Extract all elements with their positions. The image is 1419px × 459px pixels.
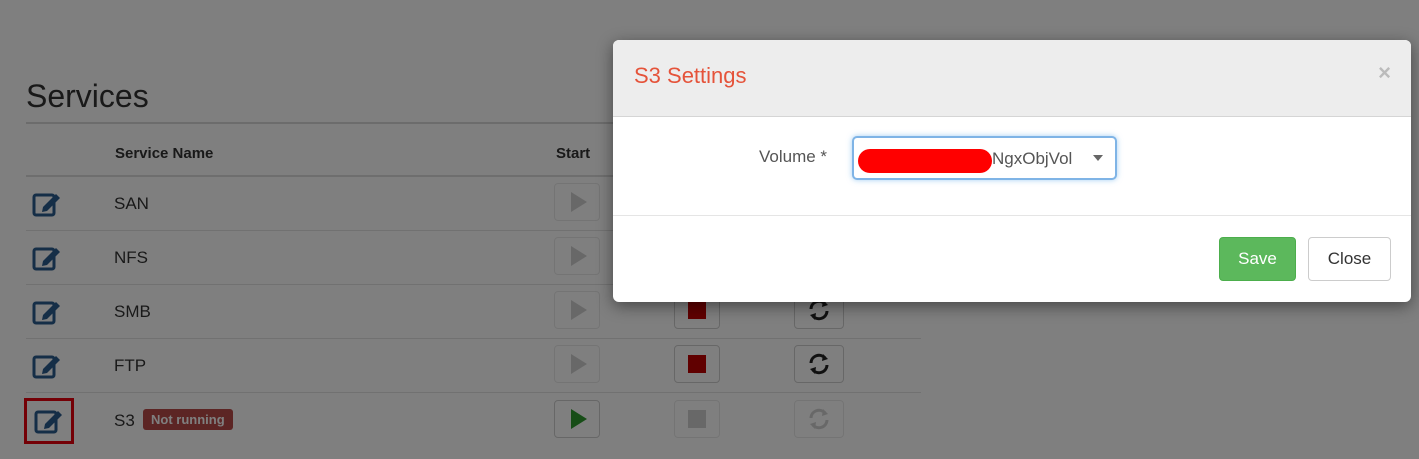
modal-footer-divider	[613, 215, 1411, 216]
modal-header: S3 Settings ×	[613, 40, 1411, 117]
s3-settings-dialog: S3 Settings × Volume * NgxObjVol Save Cl…	[613, 40, 1411, 302]
redaction-mark	[858, 149, 992, 173]
close-button[interactable]: Close	[1308, 237, 1391, 281]
volume-label: Volume *	[759, 147, 828, 166]
close-icon[interactable]: ×	[1378, 60, 1391, 86]
save-button[interactable]: Save	[1219, 237, 1296, 281]
volume-select-value: NgxObjVol	[992, 149, 1073, 168]
caret-down-icon	[1093, 155, 1103, 161]
modal-title: S3 Settings	[634, 63, 747, 88]
volume-select[interactable]: NgxObjVol	[852, 136, 1117, 180]
